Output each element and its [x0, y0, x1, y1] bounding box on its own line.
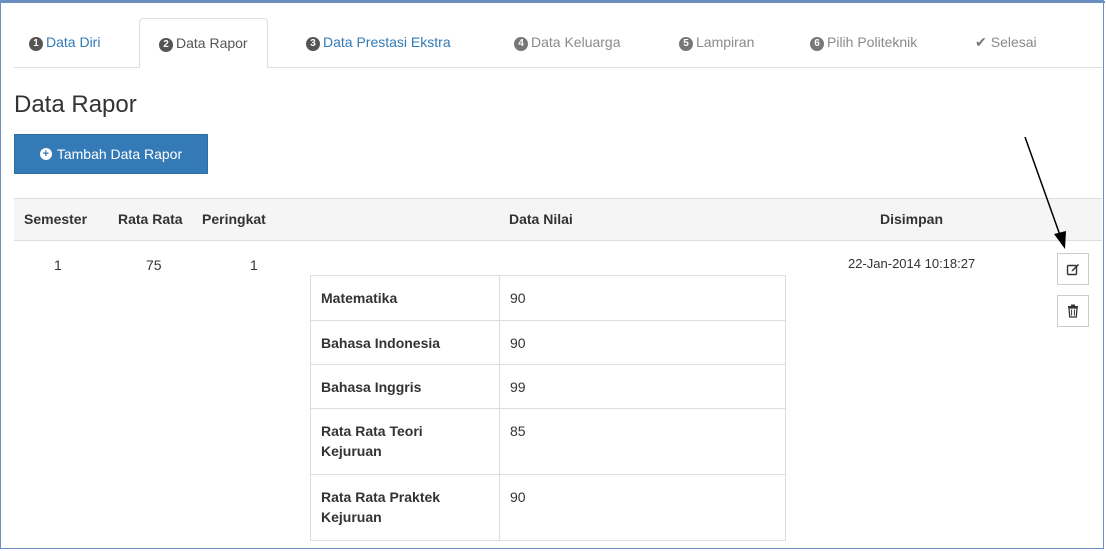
annotation-arrow-icon — [1024, 136, 1066, 249]
